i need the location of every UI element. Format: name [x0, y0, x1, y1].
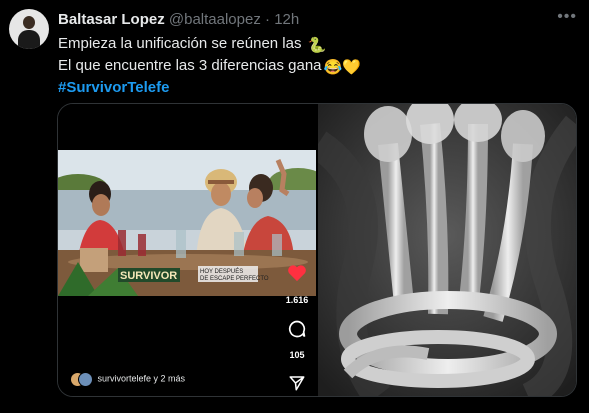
media-image-left[interactable]: SURVIVOR HOY DESPUÉS DE ESCAPE PERFECTO … — [58, 104, 317, 396]
separator-dot: · — [265, 11, 271, 28]
snake-emoji: 🐍 — [307, 37, 327, 54]
hashtag-link[interactable]: #SurvivorTelefe — [58, 78, 361, 98]
account-row[interactable]: survivortelefe y 2 más — [70, 372, 186, 387]
tweet-line-2-text: El que encuentre las 3 diferencias gana — [58, 57, 322, 74]
account-text: survivortelefe y 2 más — [97, 373, 186, 384]
media-image-right[interactable] — [309, 104, 576, 396]
side-actions: 1.616 105 — [280, 264, 314, 396]
tweet-line-2: El que encuentre las 3 diferencias gana 😂… — [58, 56, 361, 78]
comment-icon[interactable] — [287, 319, 307, 339]
media-grid[interactable]: SURVIVOR HOY DESPUÉS DE ESCAPE PERFECTO … — [57, 103, 577, 397]
snake-photo — [309, 104, 576, 396]
tweet-header: Baltasar Lopez @baltaalopez · 12h — [58, 11, 299, 28]
tweet[interactable]: Baltasar Lopez @baltaalopez · 12h ••• Em… — [0, 0, 589, 413]
avatar-body — [18, 30, 40, 49]
overlay-logo: SURVIVOR — [120, 270, 177, 282]
comments-count: 105 — [289, 350, 305, 360]
avatar[interactable] — [9, 9, 49, 49]
tweet-time[interactable]: 12h — [274, 11, 299, 28]
share-icon[interactable] — [288, 374, 306, 392]
more-options-icon[interactable]: ••• — [557, 8, 577, 26]
account-avatars — [70, 372, 93, 387]
overlay-caption-1: HOY DESPUÉS — [200, 268, 243, 275]
tweet-line-1-text: Empieza la unificación se reúnen las — [58, 35, 302, 52]
tweet-line-1: Empieza la unificación se reúnen las 🐍 — [58, 34, 361, 56]
video-scene: SURVIVOR HOY DESPUÉS DE ESCAPE PERFECTO — [58, 150, 316, 296]
author-handle[interactable]: @baltaalopez — [169, 11, 261, 28]
heart-icon[interactable] — [287, 264, 307, 282]
overlay-caption-2: DE ESCAPE PERFECTO — [200, 276, 269, 282]
author-name[interactable]: Baltasar Lopez — [58, 11, 165, 28]
laugh-heart-emoji: 😂💛 — [323, 59, 361, 76]
tweet-text: Empieza la unificación se reúnen las 🐍 E… — [58, 34, 361, 98]
likes-count: 1.616 — [285, 295, 309, 305]
avatar-head — [23, 16, 35, 29]
video-frame: SURVIVOR HOY DESPUÉS DE ESCAPE PERFECTO — [58, 150, 316, 296]
